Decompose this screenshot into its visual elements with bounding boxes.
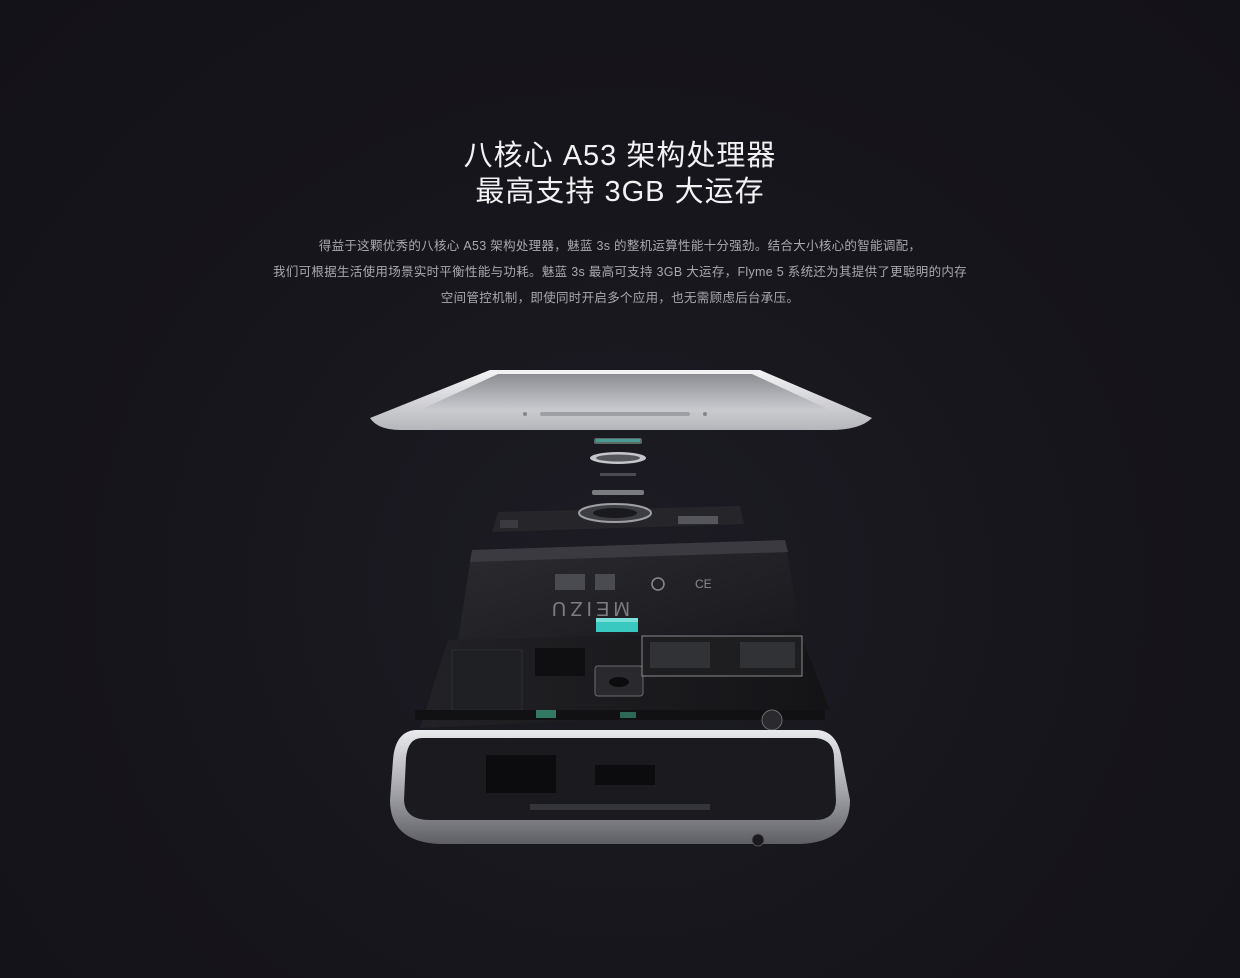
exploded-phone-illustration: MEIZU CE [370, 370, 872, 847]
screen-panel [370, 370, 872, 430]
fingerprint-parts [590, 438, 646, 495]
ce-mark: CE [695, 577, 712, 591]
description-line-1: 得益于这颗优秀的八核心 A53 架构处理器，魅蓝 3s 的整机运算性能十分强劲。… [318, 239, 922, 253]
description-line-3: 空间管控机制，即使同时开启多个应用，也无需顾虑后台承压。 [440, 291, 800, 305]
battery: MEIZU CE [458, 540, 800, 640]
description-line-2: 我们可根据生活使用场景实时平衡性能与功耗。魅蓝 3s 最高可支持 3GB 大运存… [273, 265, 967, 279]
headline-line-1: 八核心 A53 架构处理器 [463, 140, 777, 172]
headline-line-2: 最高支持 3GB 大运存 [475, 176, 765, 208]
back-shell [390, 730, 850, 847]
headline: 八核心 A53 架构处理器 最高支持 3GB 大运存 [0, 138, 1240, 210]
feature-section: 八核心 A53 架构处理器 最高支持 3GB 大运存 得益于这颗优秀的八核心 A… [0, 0, 1240, 978]
bracket [492, 503, 744, 532]
mainboard [415, 632, 830, 731]
description: 得益于这颗优秀的八核心 A53 架构处理器，魅蓝 3s 的整机运算性能十分强劲。… [0, 233, 1240, 311]
battery-brand: MEIZU [548, 597, 630, 619]
